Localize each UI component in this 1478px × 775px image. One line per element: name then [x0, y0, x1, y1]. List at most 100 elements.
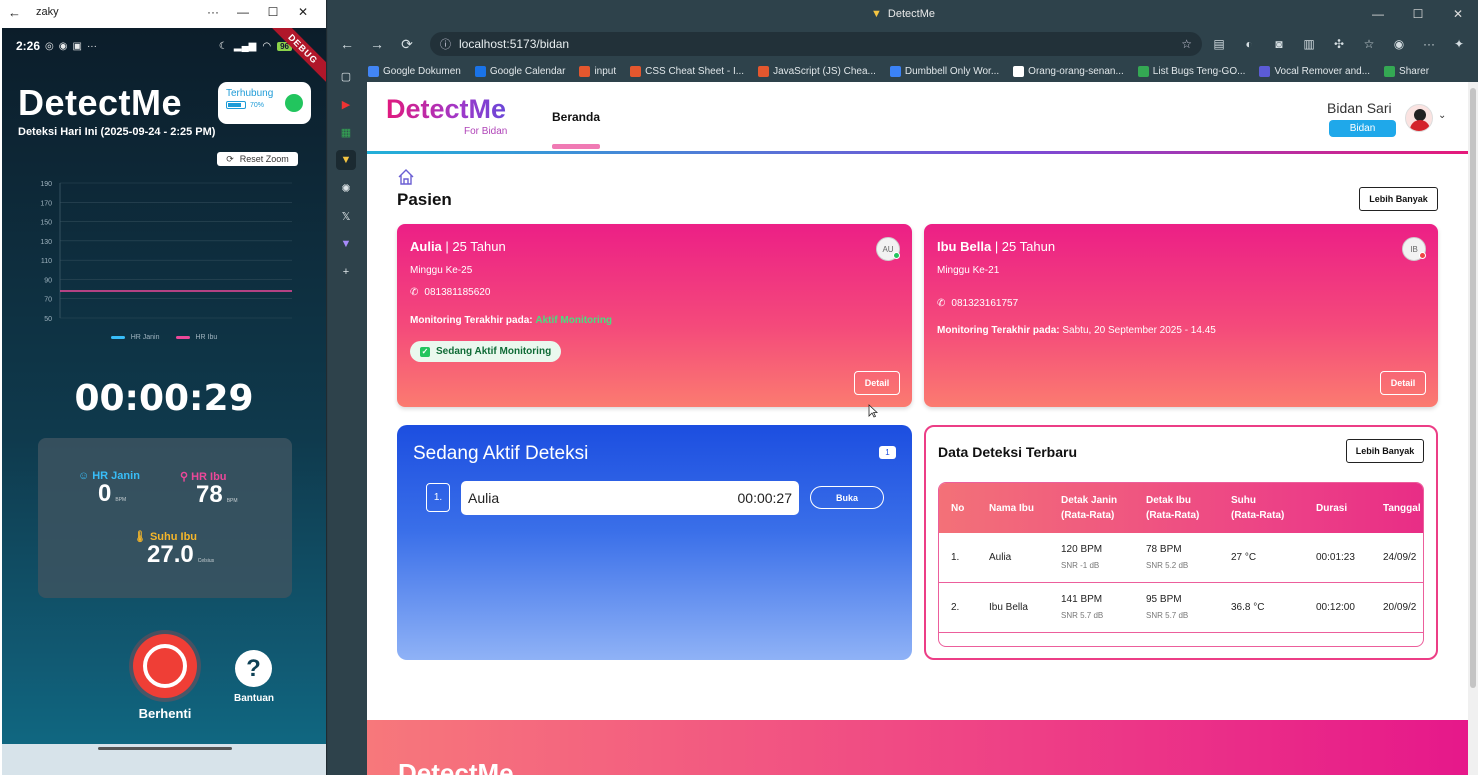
phone-window-titlebar: ← zaky ··· — ☐ ✕ — [0, 0, 326, 24]
bookmark-item[interactable]: Orang-orang-senan... — [1013, 65, 1124, 77]
patient-card[interactable]: Ibu Bella | 25 Tahun Minggu Ke-21 ✆ 08132… — [924, 224, 1438, 407]
extension-icon[interactable]: ◐ — [1236, 37, 1262, 51]
extension-icon[interactable]: ▤ — [1206, 37, 1232, 51]
puzzle-icon[interactable]: ✣ — [1326, 37, 1352, 51]
battery-icon — [226, 101, 246, 109]
bookmark-item[interactable]: List Bugs Teng-GO... — [1137, 65, 1245, 77]
url-text: localhost:5173/bidan — [459, 37, 570, 51]
footer-brand: DetectMe — [398, 758, 514, 775]
minimize-icon[interactable]: — — [1358, 0, 1398, 28]
favorites-icon[interactable]: ☆ — [1356, 37, 1382, 51]
more-icon[interactable]: ··· — [198, 5, 228, 19]
bookmark-item[interactable]: Sharer — [1384, 65, 1429, 77]
bookmark-label: input — [594, 65, 617, 77]
location-pin-icon: ⚲ — [180, 471, 189, 483]
forward-icon[interactable]: → — [364, 36, 390, 52]
status-dot — [893, 252, 900, 259]
tab-beranda[interactable]: Beranda — [552, 110, 600, 124]
patient-card[interactable]: Aulia | 25 Tahun Minggu Ke-25 ✆ 081381185… — [397, 224, 912, 407]
chevron-down-icon[interactable]: ⌄ — [1438, 110, 1446, 121]
section-title: Pasien — [397, 190, 452, 209]
tab-actions-icon[interactable]: ▢ — [336, 66, 356, 86]
reset-zoom-button[interactable]: ⟳ Reset Zoom — [217, 152, 298, 166]
camera-icon[interactable]: ◙ — [1266, 37, 1292, 51]
bookmark-item[interactable]: input — [579, 65, 617, 77]
profile-avatar-icon[interactable]: ◉ — [1386, 37, 1412, 51]
page-scrollbar[interactable] — [1468, 82, 1478, 775]
address-bar[interactable]: ⓘ localhost:5173/bidan ☆ — [430, 32, 1202, 56]
menu-dots-icon[interactable]: ··· — [1416, 37, 1442, 51]
cell-suhu: 36.8 °C — [1231, 602, 1265, 613]
patient-week: Minggu Ke-25 — [410, 265, 473, 276]
connection-status-card[interactable]: Terhubung 70% — [218, 82, 311, 124]
home-icon[interactable] — [397, 168, 415, 186]
maximize-icon[interactable]: ☐ — [1398, 0, 1438, 28]
cell-suhu: 27 °C — [1231, 552, 1257, 563]
scrollbar-thumb[interactable] — [1470, 88, 1476, 688]
x-tab-icon[interactable]: 𝕏 — [336, 206, 356, 226]
page-footer: DetectMe — [367, 720, 1468, 775]
close-icon[interactable]: ✕ — [1438, 0, 1478, 28]
copilot-icon[interactable]: ✦ — [1446, 37, 1472, 51]
more-patients-button[interactable]: Lebih Banyak — [1359, 187, 1438, 211]
vitals-card: ☺ HR Janin 0 BPM ⚲ HR Ibu 78 BPM 🌡 Suhu Ibu 2… — [38, 438, 292, 598]
active-detection-row: Aulia 00:00:27 — [461, 481, 799, 515]
bookmark-item[interactable]: CSS Cheat Sheet - I... — [630, 65, 744, 77]
cell-nama: Ibu Bella — [989, 602, 1028, 613]
active-detection-card: Sedang Aktif Deteksi 1 1. Aulia 00:00:27… — [397, 425, 912, 660]
open-button[interactable]: Buka — [810, 486, 884, 509]
bookmark-item[interactable]: Google Dokumen — [368, 65, 461, 77]
sheets-tab-icon[interactable]: ▦ — [336, 122, 356, 142]
bookmark-label: Orang-orang-senan... — [1028, 65, 1124, 77]
detail-button[interactable]: Detail — [854, 371, 900, 395]
table-row[interactable]: 1. Aulia 120 BPM SNR -1 dB 78 BPM SNR 5.… — [939, 533, 1423, 583]
bookmark-favicon-icon — [1384, 65, 1396, 77]
youtube-tab-icon[interactable]: ▶ — [336, 94, 356, 114]
more-notifications-icon: ··· — [86, 40, 97, 52]
bookmarks-bar: Google Dokumen Google Calendar input CSS Ch… — [328, 60, 1478, 82]
active-monitoring-label: Sedang Aktif Monitoring — [436, 346, 552, 357]
bookmark-item[interactable]: Google Calendar — [474, 65, 565, 77]
avatar[interactable] — [1405, 104, 1433, 132]
patient-initials: IB — [1410, 244, 1418, 254]
heart-rate-chart[interactable]: 190 170 150 130 110 90 70 50 — [22, 172, 302, 347]
app-subtitle: Deteksi Hari Ini (2025-09-24 - 2:25 PM) — [18, 126, 216, 138]
home-handle[interactable] — [98, 747, 232, 750]
detection-table[interactable]: No Nama Ibu Detak Janin (Rata-Rata) Deta… — [938, 482, 1424, 647]
chatgpt-tab-icon[interactable]: ✺ — [336, 178, 356, 198]
close-icon[interactable]: ✕ — [288, 5, 318, 19]
back-arrow-icon[interactable]: ← — [8, 5, 22, 20]
cell-no: 1. — [951, 552, 960, 563]
reload-icon[interactable]: ⟳ — [394, 36, 420, 53]
more-detections-button[interactable]: Lebih Banyak — [1346, 439, 1424, 463]
cell-ibu-snr: SNR 5.2 dB — [1146, 561, 1189, 570]
phone-mirror-window: ← zaky ··· — ☐ ✕ 2:26 ◎ ◉ ▣ ··· ☾ ▂▄▆ ◠ … — [0, 0, 327, 775]
extension-icon[interactable]: ▥ — [1296, 37, 1322, 51]
detectme-tab-icon[interactable]: ▼ — [336, 234, 356, 254]
detectme-tab-icon[interactable]: ▼ — [336, 150, 356, 170]
detail-button[interactable]: Detail — [1380, 371, 1426, 395]
bookmark-favicon-icon — [889, 65, 901, 77]
bookmark-item[interactable]: Vocal Remover and... — [1259, 65, 1371, 77]
bookmark-label: JavaScript (JS) Chea... — [773, 65, 876, 77]
table-row[interactable]: 2. Ibu Bella 141 BPM SNR 5.7 dB 95 BPM S… — [939, 583, 1423, 633]
stop-button[interactable] — [133, 634, 197, 698]
bookmark-label: Vocal Remover and... — [1274, 65, 1371, 77]
minimize-icon[interactable]: — — [228, 5, 258, 19]
patient-age: | 25 Tahun — [994, 239, 1056, 254]
monitoring-label: Monitoring Terakhir pada: — [410, 315, 533, 326]
back-icon[interactable]: ← — [334, 36, 360, 52]
connection-indicator — [285, 94, 303, 112]
bookmark-item[interactable]: JavaScript (JS) Chea... — [758, 65, 876, 77]
maximize-icon[interactable]: ☐ — [258, 5, 288, 19]
patient-avatar: IB — [1402, 237, 1426, 261]
new-tab-icon[interactable]: + — [336, 262, 356, 282]
y-tick-label: 130 — [40, 239, 52, 246]
column-header: Durasi — [1316, 503, 1348, 514]
help-button[interactable]: ? — [235, 650, 272, 687]
active-row-number: 1. — [426, 483, 450, 512]
bookmark-item[interactable]: Dumbbell Only Wor... — [889, 65, 999, 77]
brand-logo[interactable]: DetectMe — [386, 94, 506, 125]
site-info-icon[interactable]: ⓘ — [440, 36, 451, 52]
bookmark-star-icon[interactable]: ☆ — [1181, 37, 1192, 51]
